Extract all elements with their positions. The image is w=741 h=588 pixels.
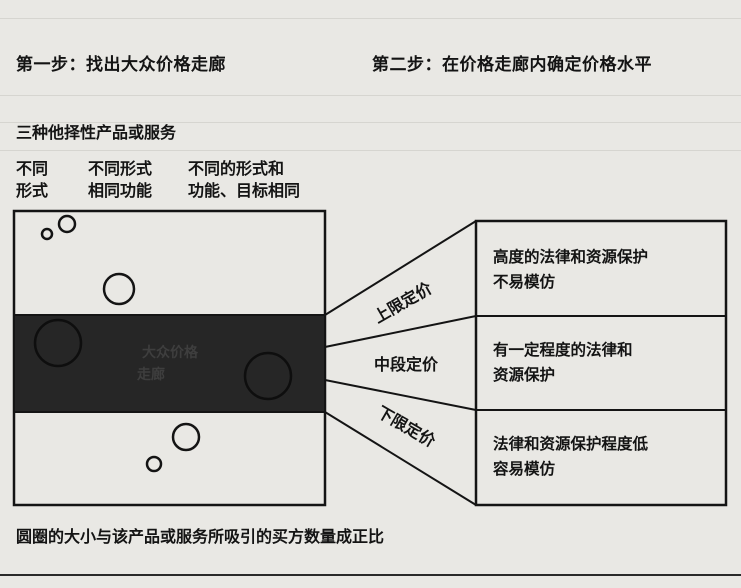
description-line: 容易模仿	[493, 460, 556, 478]
buyer-circle	[102, 272, 136, 306]
description-line: 资源保护	[493, 366, 556, 384]
description-line: 法律和资源保护程度低	[493, 435, 649, 453]
description-low-protection: 法律和资源保护程度低 容易模仿	[493, 432, 648, 482]
description-high-protection: 高度的法律和资源保护 不易模仿	[493, 245, 648, 295]
footnote: 圆圈的大小与该产品或服务所吸引的买方数量成正比	[16, 527, 385, 546]
corridor-label: 大众价格	[142, 344, 199, 361]
description-line: 有一定程度的法律和	[493, 341, 633, 359]
description-line: 高度的法律和资源保护	[493, 248, 649, 266]
description-line: 不易模仿	[493, 273, 556, 291]
buyer-circle	[57, 214, 77, 234]
middle-price-label: 中段定价	[374, 355, 439, 374]
lower-price-label: 下限定价	[374, 402, 440, 451]
buyer-circle	[145, 455, 163, 473]
upper-price-label: 上限定价	[370, 278, 436, 327]
bottom-rule	[0, 574, 741, 576]
corridor-label: 走廊	[137, 366, 165, 383]
buyer-circle	[40, 227, 54, 241]
buyer-circle	[171, 422, 201, 452]
fan-line-lower-mid	[324, 379, 477, 411]
fan-line-upper-mid	[324, 315, 477, 348]
description-moderate-protection: 有一定程度的法律和 资源保护	[493, 338, 633, 388]
